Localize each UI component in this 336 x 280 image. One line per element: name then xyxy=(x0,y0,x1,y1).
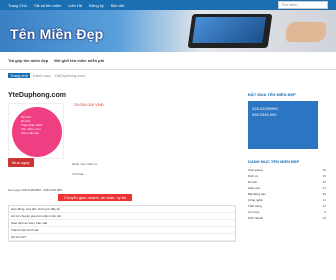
site-title[interactable]: Tên Miền Đẹp xyxy=(10,26,103,42)
category-item[interactable]: Giáo dục 21 xyxy=(248,186,326,190)
category-item[interactable]: Du lịch 18 xyxy=(248,180,326,184)
contact-block: Gọi ngay: 028.22259999 - 098.2345.999 Ch… xyxy=(8,188,236,242)
crumb-home[interactable]: Trang chủ xyxy=(8,72,30,78)
category-item[interactable]: Ẩm thực 9 xyxy=(248,210,326,214)
buy-button[interactable]: Mua ngay xyxy=(8,158,34,167)
tags-line: Từ khóa: ... xyxy=(72,172,88,176)
nav-posts[interactable]: Bài viết xyxy=(111,3,124,8)
category-count: 12 xyxy=(322,204,326,208)
category-item[interactable]: Thời trang 12 xyxy=(248,204,326,208)
hand-image xyxy=(286,22,326,42)
category-item[interactable]: Công nghệ 14 xyxy=(248,198,326,202)
list-item: Hỗ trợ chuyển giao tên miền miễn phí xyxy=(9,213,235,220)
sidebar: ĐẶT MUA TÊN MIỀN ĐẸP 028.22259999 098.23… xyxy=(248,92,328,222)
category-label: Thời trang xyxy=(248,204,262,208)
laptop-image xyxy=(187,14,273,48)
sidebar-head-order: ĐẶT MUA TÊN MIỀN ĐẸP xyxy=(248,92,296,97)
nav-all[interactable]: Tất cả tên miền xyxy=(34,3,62,8)
category-label: Cáp quang xyxy=(248,168,263,172)
domain-title: YteDuphong.com xyxy=(8,92,66,99)
category-label: Kinh doanh xyxy=(248,216,264,220)
crumb-current: YteDuphong.com xyxy=(54,72,86,78)
category-count: 30 xyxy=(322,192,326,196)
list-item: Thanh toán linh hoạt xyxy=(9,227,235,234)
hotline-number[interactable]: 028.22259999 xyxy=(252,106,314,111)
list-item: Hỗ trợ 24/7 xyxy=(9,234,235,241)
badge-line: Giá trị lâu dài xyxy=(21,131,39,135)
category-label: Dịch vụ xyxy=(248,174,259,178)
category-label: Ẩm thực xyxy=(248,210,260,214)
price: 25.000.000 VNĐ xyxy=(74,102,104,107)
sub-nav: Trả góp tên miền đẹp Mở giới tên miền mi… xyxy=(0,52,336,70)
hotline-box: 028.22259999 098.2345.999 xyxy=(248,101,318,149)
transfer-tab[interactable]: Chuyển giao nhanh, an toàn, uy tín xyxy=(58,194,133,201)
category-item[interactable]: Cáp quang 20 xyxy=(248,168,326,172)
search-input[interactable]: Tìm kiếm xyxy=(278,1,328,9)
category-line: Danh mục: Dịch vụ xyxy=(72,162,98,166)
category-count: 20 xyxy=(322,168,326,172)
category-label: Công nghệ xyxy=(248,198,263,202)
category-count: 18 xyxy=(322,180,326,184)
category-count: 14 xyxy=(322,198,326,202)
breadcrumb: Trang chủ Danh mục YteDuphong.com xyxy=(0,70,336,80)
top-nav: Trang Chủ Tất cả tên miền Liên Hệ Đăng k… xyxy=(0,0,336,10)
list-item: Hợp đồng, hóa đơn chứng từ đầy đủ xyxy=(9,206,235,213)
category-list: Cáp quang 20 Dịch vụ 36 Du lịch 18 Giáo dục 21 B… xyxy=(248,168,328,220)
category-label: Bất động sản xyxy=(248,192,266,196)
subnav-installment[interactable]: Trả góp tên miền đẹp xyxy=(8,58,48,63)
hotline-number[interactable]: 098.2345.999 xyxy=(252,112,314,117)
category-item[interactable]: Bất động sản 30 xyxy=(248,192,326,196)
category-item[interactable]: Kinh doanh 25 xyxy=(248,216,326,220)
subnav-free[interactable]: Mở giới tên miền miễn phí xyxy=(54,58,104,63)
category-label: Du lịch xyxy=(248,180,258,184)
crumb-cat[interactable]: Danh mục xyxy=(33,73,51,78)
category-label: Giáo dục xyxy=(248,186,261,190)
category-count: 9 xyxy=(324,210,326,214)
main-content: YteDuphong.com Dễ nhớ Dễ đọc Thân thiện … xyxy=(8,92,236,242)
feature-list: Hợp đồng, hóa đơn chứng từ đầy đủ Hỗ trợ… xyxy=(8,205,236,242)
list-item: Giao dịch an toàn, bảo mật xyxy=(9,220,235,227)
contact-line: Gọi ngay: 028.22259999 - 098.2345.999 xyxy=(8,188,62,192)
nav-contact[interactable]: Liên Hệ xyxy=(68,3,82,8)
banner: Tên Miền Đẹp xyxy=(0,10,336,52)
product-image: Dễ nhớ Dễ đọc Thân thiện SEO Tên miền .c… xyxy=(8,103,64,159)
category-count: 25 xyxy=(322,216,326,220)
category-item[interactable]: Dịch vụ 36 xyxy=(248,174,326,178)
category-count: 21 xyxy=(322,186,326,190)
sidebar-head-cats: DANH MỤC TÊN MIỀN ĐẸP xyxy=(248,159,300,164)
nav-home[interactable]: Trang Chủ xyxy=(8,3,27,8)
category-count: 36 xyxy=(322,174,326,178)
nav-register[interactable]: Đăng ký xyxy=(89,3,104,8)
